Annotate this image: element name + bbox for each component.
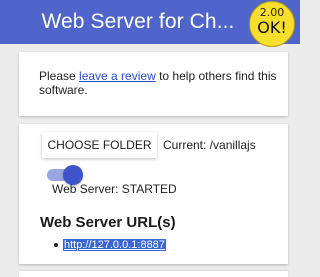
- badge-ok-text: OK!: [257, 18, 287, 37]
- list-item: http://127.0.0.1:8887: [54, 238, 166, 252]
- current-folder-label: Current: /vanillajs: [163, 138, 256, 152]
- review-prefix: Please: [39, 69, 80, 83]
- app-title: Web Server for Ch...: [41, 10, 235, 33]
- url-list: http://127.0.0.1:8887: [54, 238, 166, 252]
- leave-review-link[interactable]: leave a review: [79, 69, 156, 83]
- review-card: Please leave a review to help others fin…: [19, 52, 288, 116]
- review-message: Please leave a review to help others fin…: [39, 69, 279, 97]
- server-status: Web Server: STARTED: [52, 182, 177, 196]
- next-card-edge: [19, 271, 288, 277]
- server-card: CHOOSE FOLDER Current: /vanillajs Web Se…: [19, 124, 288, 264]
- choose-folder-button[interactable]: CHOOSE FOLDER: [42, 132, 157, 158]
- urls-heading: Web Server URL(s): [40, 214, 176, 231]
- server-url-link[interactable]: http://127.0.0.1:8887: [63, 239, 166, 251]
- app-header: Web Server for Ch... 2.00 OK!: [0, 0, 300, 47]
- ok-badge-icon: 2.00 OK!: [249, 1, 295, 47]
- bullet-icon: [54, 243, 58, 247]
